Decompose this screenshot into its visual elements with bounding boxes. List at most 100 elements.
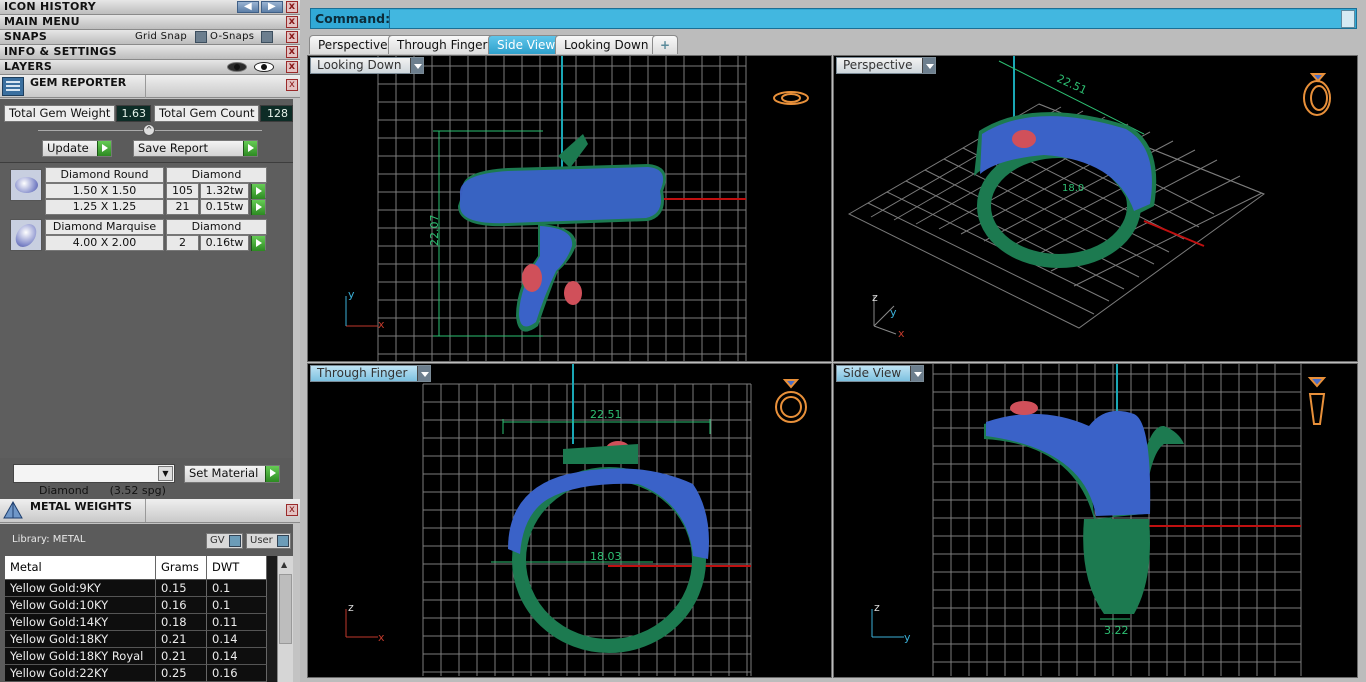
column-header-grams[interactable]: Grams bbox=[156, 556, 207, 580]
total-gem-count-label: Total Gem Count bbox=[154, 105, 259, 122]
metal-weights-icon bbox=[2, 500, 24, 521]
table-row[interactable]: Yellow Gold:22KY 0.25 0.16 bbox=[5, 665, 277, 682]
play-icon bbox=[251, 200, 265, 215]
material-select[interactable]: Diamond (3.52 spg) ▼ bbox=[13, 464, 175, 497]
gem-weight: 0.16tw bbox=[200, 235, 249, 251]
axis-label-z: z bbox=[348, 601, 354, 614]
viewport-title-through-finger[interactable]: Through Finger bbox=[310, 365, 431, 382]
close-icon[interactable]: x bbox=[286, 46, 298, 58]
scrollbar[interactable]: ▲ bbox=[277, 556, 293, 682]
ring-orientation-icon bbox=[1303, 73, 1331, 116]
save-report-button[interactable]: Save Report bbox=[133, 140, 258, 157]
info-settings-title: INFO & SETTINGS bbox=[4, 45, 117, 58]
viewport-title-looking-down[interactable]: Looking Down bbox=[310, 57, 425, 74]
dwt-cell: 0.1 bbox=[207, 597, 267, 614]
collapse-icon[interactable]: ^ bbox=[143, 124, 155, 136]
viewport-title-side-view[interactable]: Side View bbox=[836, 365, 925, 382]
axis-label-x: x bbox=[378, 318, 385, 331]
main-menu-header[interactable]: MAIN MENU x bbox=[0, 15, 300, 30]
viewport-title-text: Perspective bbox=[843, 58, 913, 72]
axis-label-y: y bbox=[348, 288, 355, 301]
metal-name-cell: Yellow Gold:18KY Royal bbox=[5, 648, 156, 665]
scroll-up-icon[interactable]: ▲ bbox=[281, 560, 287, 569]
close-icon[interactable]: x bbox=[286, 16, 298, 28]
chevron-down-icon[interactable] bbox=[416, 366, 430, 381]
save-report-label: Save Report bbox=[138, 141, 209, 155]
show-eye-icon[interactable] bbox=[254, 62, 274, 72]
gem-size: 4.00 X 2.00 bbox=[45, 235, 164, 251]
chevron-down-icon[interactable] bbox=[910, 366, 924, 381]
metal-name-cell: Yellow Gold:22KY bbox=[5, 665, 156, 682]
tab-side-view[interactable]: Side View bbox=[488, 35, 565, 54]
column-header-dwt[interactable]: DWT bbox=[207, 556, 267, 580]
select-gem-button[interactable] bbox=[251, 183, 266, 199]
close-icon[interactable]: x bbox=[286, 79, 298, 91]
chevron-down-icon[interactable] bbox=[921, 58, 935, 73]
back-arrow-icon[interactable]: ◀ bbox=[237, 1, 259, 13]
select-gem-button[interactable] bbox=[251, 199, 266, 215]
table-row[interactable]: Yellow Gold:14KY 0.18 0.11 bbox=[5, 614, 277, 631]
tab-looking-down[interactable]: Looking Down bbox=[555, 35, 658, 54]
left-panel: ICON HISTORY ◀ ▶ x MAIN MENU x SNAPS Gri… bbox=[0, 0, 300, 682]
scrollbar-thumb[interactable] bbox=[279, 574, 292, 644]
table-row[interactable]: Yellow Gold:18KY 0.21 0.14 bbox=[5, 631, 277, 648]
close-icon[interactable]: x bbox=[286, 504, 298, 516]
gem-reporter-title: GEM REPORTER bbox=[30, 76, 127, 89]
metal-name-cell: Yellow Gold:9KY bbox=[5, 580, 156, 597]
play-icon bbox=[97, 141, 111, 156]
chevron-down-icon[interactable] bbox=[410, 58, 424, 73]
round-gem-icon[interactable] bbox=[10, 169, 42, 201]
hide-eye-icon[interactable] bbox=[227, 62, 247, 72]
viewport-side-view[interactable]: 3.22 z y Side View bbox=[833, 363, 1358, 678]
add-tab-button[interactable]: + bbox=[652, 35, 678, 54]
viewport-perspective[interactable]: 22.51 18.0 z y x Perspective bbox=[833, 55, 1358, 362]
set-material-button[interactable]: Set Material bbox=[184, 465, 280, 483]
chevron-down-icon[interactable]: ▼ bbox=[158, 466, 173, 481]
viewport-title-text: Through Finger bbox=[317, 366, 408, 380]
forward-arrow-icon[interactable]: ▶ bbox=[261, 1, 283, 13]
tab-through-finger[interactable]: Through Finger bbox=[388, 35, 497, 54]
viewport-through-finger[interactable]: 22.51 18.03 z x Through Finger bbox=[307, 363, 832, 678]
ring-orientation-icon bbox=[773, 91, 809, 105]
user-toggle[interactable]: User bbox=[246, 533, 291, 549]
grid-snap-toggle[interactable] bbox=[195, 31, 207, 43]
column-header-metal[interactable]: Metal bbox=[5, 556, 156, 580]
table-row[interactable]: Yellow Gold:18KY Royal 0.21 0.14 bbox=[5, 648, 277, 665]
marquise-gem-icon[interactable] bbox=[10, 219, 42, 251]
gem-weight: 0.15tw bbox=[200, 199, 249, 215]
snaps-header[interactable]: SNAPS Grid Snap O-Snaps x bbox=[0, 30, 300, 45]
close-icon[interactable]: x bbox=[286, 1, 298, 13]
command-input[interactable] bbox=[389, 10, 1341, 28]
metal-weights-table: Metal Grams DWT Yellow Gold:9KY 0.15 0.1 Ye… bbox=[5, 556, 293, 682]
o-snaps-toggle[interactable] bbox=[261, 31, 273, 43]
gem-name: Diamond Marquise bbox=[45, 219, 164, 235]
icon-history-header[interactable]: ICON HISTORY ◀ ▶ x bbox=[0, 0, 300, 15]
info-settings-header[interactable]: INFO & SETTINGS x bbox=[0, 45, 300, 60]
tab-perspective[interactable]: Perspective bbox=[309, 35, 397, 54]
command-scroll[interactable] bbox=[1341, 10, 1355, 28]
axis-label-x: x bbox=[898, 327, 905, 340]
main-menu-title: MAIN MENU bbox=[4, 15, 80, 28]
viewport-title-text: Side View bbox=[843, 366, 902, 380]
command-bar[interactable]: Command: bbox=[310, 8, 1357, 29]
dimension-label: 3.22 bbox=[1104, 624, 1129, 637]
gem-count: 21 bbox=[166, 199, 199, 215]
table-row[interactable]: Yellow Gold:9KY 0.15 0.1 bbox=[5, 580, 277, 597]
select-gem-button[interactable] bbox=[251, 235, 266, 251]
grams-cell: 0.15 bbox=[156, 580, 207, 597]
viewport-looking-down[interactable]: 22.07 y x Looking Down bbox=[307, 55, 832, 362]
table-row[interactable]: Yellow Gold:10KY 0.16 0.1 bbox=[5, 597, 277, 614]
update-button[interactable]: Update bbox=[42, 140, 112, 157]
close-icon[interactable]: x bbox=[286, 61, 298, 73]
dimension-label: 22.07 bbox=[428, 215, 441, 247]
dwt-cell: 0.11 bbox=[207, 614, 267, 631]
gv-toggle[interactable]: GV bbox=[206, 533, 243, 549]
viewport-title-perspective[interactable]: Perspective bbox=[836, 57, 936, 74]
axis-label-y: y bbox=[904, 631, 911, 644]
axis-label-x: x bbox=[378, 631, 385, 644]
dwt-cell: 0.16 bbox=[207, 665, 267, 682]
close-icon[interactable]: x bbox=[286, 31, 298, 43]
grams-cell: 0.25 bbox=[156, 665, 207, 682]
library-label: Library: METAL bbox=[12, 534, 86, 545]
layers-header[interactable]: LAYERS x bbox=[0, 60, 300, 75]
